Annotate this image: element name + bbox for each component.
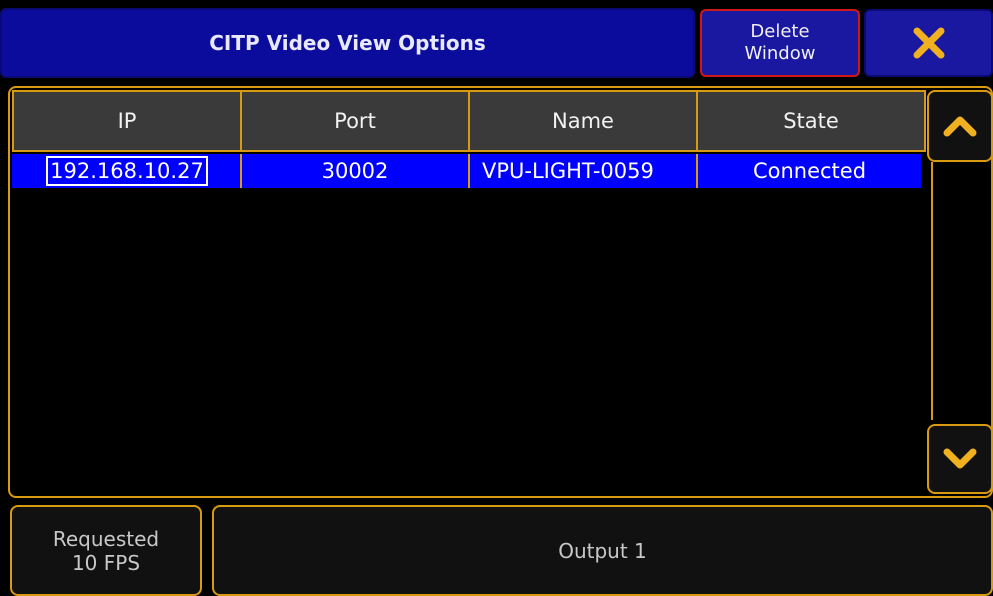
chevron-up-icon [943,116,977,137]
column-header-name[interactable]: Name [468,90,698,152]
close-button[interactable] [864,9,993,77]
row-state-cell[interactable]: Connected [698,154,921,188]
scrollbar-track[interactable] [931,162,993,420]
row-ip-cell[interactable]: 192.168.10.27 [12,154,242,188]
row-ip-value: 192.168.10.27 [46,156,208,186]
chevron-down-icon [943,448,977,469]
column-header-port[interactable]: Port [240,90,470,152]
row-name-cell[interactable]: VPU-LIGHT-0059 [470,154,696,188]
column-header-state[interactable]: State [696,90,926,152]
output-select-button[interactable]: Output 1 [212,505,993,596]
requested-fps-button[interactable]: Requested 10 FPS [10,505,202,596]
delete-window-button[interactable]: Delete Window [700,9,860,77]
scroll-up-button[interactable] [927,90,993,162]
close-icon [913,27,944,59]
window-title: CITP Video View Options [0,8,695,78]
scroll-down-button[interactable] [927,424,993,494]
column-header-ip[interactable]: IP [12,90,242,152]
row-port-cell[interactable]: 30002 [242,154,468,188]
